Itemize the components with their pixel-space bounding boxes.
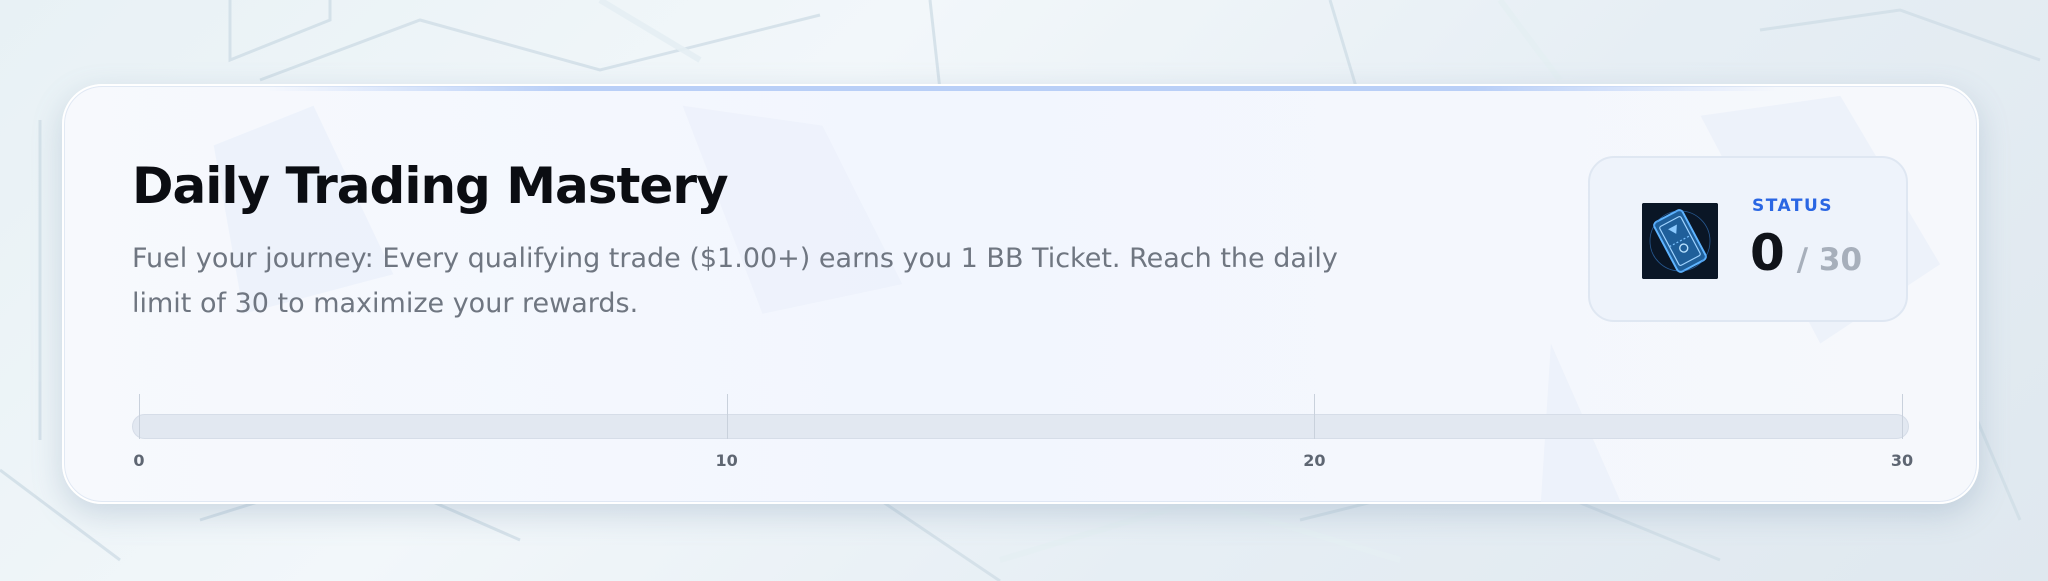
status-current-count: 0 [1750, 224, 1785, 282]
progress-tick [139, 394, 140, 439]
card-accent-line [264, 86, 1777, 91]
daily-trading-card: Daily Trading Mastery Fuel your journey:… [62, 84, 1979, 504]
progress-tick-label: 20 [1303, 451, 1326, 470]
card-title: Daily Trading Mastery [132, 157, 729, 215]
progress-tick [726, 394, 728, 439]
progress-track [132, 414, 1909, 439]
status-label: STATUS [1752, 196, 1834, 216]
status-panel: STATUS 0 / 30 [1588, 156, 1908, 322]
status-value: 0 / 30 [1750, 224, 1862, 282]
status-max-count: / 30 [1796, 242, 1863, 278]
card-description: Fuel your journey: Every qualifying trad… [132, 243, 1338, 319]
bb-ticket-icon [1642, 203, 1718, 279]
progress-tick-label: 10 [715, 451, 738, 470]
progress-tick-label: 0 [133, 451, 145, 470]
progress-tick-label: 30 [1890, 451, 1914, 470]
progress-tick [1314, 394, 1316, 439]
progress-tick [1902, 394, 1903, 439]
